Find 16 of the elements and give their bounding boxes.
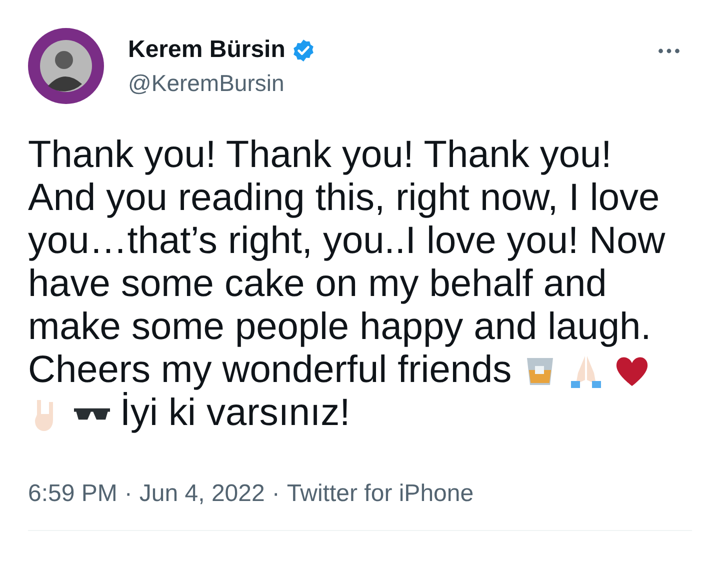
tweet-date[interactable]: Jun 4, 2022 bbox=[139, 480, 265, 508]
tweet-source[interactable]: Twitter for iPhone bbox=[286, 480, 474, 508]
tweet-time[interactable]: 6:59 PM bbox=[28, 480, 118, 508]
tweet-text: İyi ki varsınız! bbox=[120, 392, 350, 435]
author-handle[interactable]: @KeremBursin bbox=[128, 70, 316, 97]
avatar[interactable] bbox=[28, 28, 104, 104]
tweet-text: make some people happy and laugh. bbox=[28, 306, 652, 349]
tweet-text: Cheers my wonderful friends bbox=[28, 349, 512, 392]
tweet-text: you…that’s right, you..I love you! Now bbox=[28, 220, 666, 263]
tweet-text: have some cake on my behalf and bbox=[28, 263, 607, 306]
tweet-text: Thank you! Thank you! Thank you! bbox=[28, 134, 612, 177]
more-icon[interactable] bbox=[658, 48, 680, 54]
separator-dot: · bbox=[272, 480, 280, 508]
tweet-text: And you reading this, right now, I love bbox=[28, 177, 660, 220]
author-name[interactable]: Kerem Bürsin bbox=[128, 36, 286, 64]
separator-dot: · bbox=[124, 480, 132, 508]
